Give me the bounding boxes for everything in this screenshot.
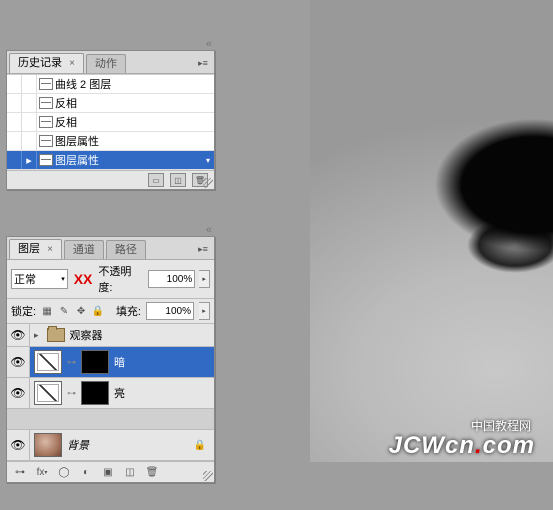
- blend-mode-select[interactable]: 正常 ▾: [11, 269, 68, 289]
- panel-collapse-icon[interactable]: «: [206, 224, 212, 236]
- mask-thumbnail[interactable]: [81, 381, 109, 405]
- new-group-icon[interactable]: ▣: [101, 465, 115, 479]
- link-layers-icon[interactable]: ⊶: [13, 465, 27, 479]
- tab-paths-label: 路径: [115, 244, 137, 256]
- layer-name[interactable]: 背景: [67, 437, 89, 453]
- opacity-slider-toggle[interactable]: ▸: [199, 270, 210, 288]
- history-footer: ▭ ◫ 🗑: [7, 170, 214, 189]
- layer-name[interactable]: 暗: [114, 354, 125, 370]
- history-item-label: 反相: [55, 114, 77, 130]
- xx-marker: XX: [72, 271, 95, 287]
- history-step-icon: [39, 116, 53, 128]
- layer-row[interactable]: 👁 背景 🔒: [7, 430, 214, 461]
- lock-all-icon[interactable]: 🔒: [92, 305, 104, 317]
- tab-channels-label: 通道: [73, 244, 95, 256]
- layer-name[interactable]: 观察器: [70, 327, 103, 343]
- fill-field[interactable]: 100%: [146, 302, 194, 320]
- tab-paths[interactable]: 路径: [106, 240, 146, 259]
- resize-grip[interactable]: [203, 471, 213, 481]
- watermark-dot: .: [475, 432, 483, 459]
- tab-actions[interactable]: 动作: [86, 54, 126, 73]
- layers-options-row: 正常 ▾ XX 不透明度: 100% ▸: [7, 260, 214, 299]
- history-step-icon: [39, 97, 53, 109]
- history-panel-menu-icon[interactable]: ▸≡: [194, 58, 212, 69]
- layer-row[interactable]: 👁 ⊶ 暗: [7, 347, 214, 378]
- history-item-label: 反相: [55, 95, 77, 111]
- history-step-icon: [39, 154, 53, 166]
- tab-layers-label: 图层: [18, 243, 40, 255]
- watermark: JCWcn.com: [389, 432, 535, 460]
- layer-group-row[interactable]: 👁 ▸ 观察器: [7, 324, 214, 347]
- new-snapshot-icon[interactable]: ◫: [170, 173, 186, 187]
- tab-history-label: 历史记录: [18, 57, 62, 69]
- tab-history-close-icon[interactable]: ×: [69, 58, 75, 69]
- visibility-toggle[interactable]: 👁: [7, 378, 30, 408]
- history-item-label: 图层属性: [55, 133, 99, 149]
- history-step-icon: [39, 135, 53, 147]
- new-layer-icon[interactable]: ◫: [123, 465, 137, 479]
- layer-row[interactable]: 👁 ⊶ 亮: [7, 378, 214, 409]
- tab-layers[interactable]: 图层 ×: [9, 239, 62, 259]
- lock-icon: 🔒: [194, 440, 210, 451]
- adjustment-thumbnail[interactable]: [34, 350, 62, 374]
- tab-history[interactable]: 历史记录 ×: [9, 53, 84, 73]
- history-list: 曲线 2 图层 反相 反相 图层属性 ▸ 图层属性 ▾: [7, 74, 214, 170]
- history-item[interactable]: 反相: [7, 94, 214, 113]
- fill-label: 填充:: [116, 303, 141, 319]
- layer-thumbnail[interactable]: [34, 433, 62, 457]
- watermark-text-2: com: [483, 432, 535, 459]
- folder-icon: [47, 328, 65, 342]
- blend-mode-value: 正常: [14, 271, 36, 287]
- scroll-indicator-icon[interactable]: ▾: [206, 156, 214, 165]
- adjustment-layer-icon[interactable]: ◐: [79, 465, 93, 479]
- history-step-icon: [39, 78, 53, 90]
- disclosure-triangle-icon[interactable]: ▸: [34, 330, 39, 341]
- layer-style-icon[interactable]: fx▾: [35, 465, 49, 479]
- mask-thumbnail[interactable]: [81, 350, 109, 374]
- delete-layer-icon[interactable]: 🗑: [145, 465, 159, 479]
- history-item[interactable]: 曲线 2 图层: [7, 75, 214, 94]
- history-brush-icon[interactable]: ▸: [22, 151, 37, 169]
- lock-transparency-icon[interactable]: ▦: [41, 305, 53, 317]
- lock-pixels-icon[interactable]: ✎: [58, 305, 70, 317]
- panel-collapse-icon[interactable]: «: [206, 38, 212, 50]
- layers-footer: ⊶ fx▾ ◯ ◐ ▣ ◫ 🗑: [7, 461, 214, 482]
- layer-name[interactable]: 亮: [114, 385, 125, 401]
- history-item[interactable]: ▸ 图层属性 ▾: [7, 151, 214, 170]
- history-item-label: 曲线 2 图层: [55, 76, 111, 92]
- history-item-label: 图层属性: [55, 152, 99, 168]
- visibility-toggle[interactable]: 👁: [7, 430, 30, 460]
- resize-grip[interactable]: [203, 178, 213, 188]
- visibility-toggle[interactable]: 👁: [7, 347, 30, 377]
- opacity-label: 不透明度:: [98, 263, 144, 295]
- adjustment-thumbnail[interactable]: [34, 381, 62, 405]
- add-mask-icon[interactable]: ◯: [57, 465, 71, 479]
- lock-row: 锁定: ▦ ✎ ✥ 🔒 填充: 100% ▸: [7, 299, 214, 324]
- canvas-image[interactable]: [310, 0, 553, 462]
- layers-list: 👁 ▸ 观察器 👁 ⊶ 暗 👁 ⊶ 亮: [7, 324, 214, 461]
- layer-list-gap: [7, 409, 214, 430]
- layers-panel-menu-icon[interactable]: ▸≡: [194, 244, 212, 255]
- link-mask-icon[interactable]: ⊶: [67, 388, 76, 399]
- history-item[interactable]: 反相: [7, 113, 214, 132]
- layers-panel-tabs: 图层 × 通道 路径 ▸≡: [7, 237, 214, 260]
- visibility-toggle[interactable]: 👁: [7, 324, 30, 346]
- history-item[interactable]: 图层属性: [7, 132, 214, 151]
- history-panel-tabs: 历史记录 × 动作 ▸≡: [7, 51, 214, 74]
- layers-panel: « 图层 × 通道 路径 ▸≡ 正常 ▾ XX 不透明度: 100% ▸ 锁定:…: [6, 236, 215, 483]
- new-document-from-state-icon[interactable]: ▭: [148, 173, 164, 187]
- opacity-field[interactable]: 100%: [148, 270, 195, 288]
- link-mask-icon[interactable]: ⊶: [67, 357, 76, 368]
- watermark-text-1: JCWcn: [389, 432, 475, 459]
- lock-position-icon[interactable]: ✥: [75, 305, 87, 317]
- tab-actions-label: 动作: [95, 58, 117, 70]
- history-panel: « 历史记录 × 动作 ▸≡ 曲线 2 图层 反相 反相 图层属性: [6, 50, 215, 190]
- tab-layers-close-icon[interactable]: ×: [47, 244, 53, 255]
- chevron-down-icon: ▾: [61, 275, 65, 283]
- tab-channels[interactable]: 通道: [64, 240, 104, 259]
- fill-slider-toggle[interactable]: ▸: [199, 302, 210, 320]
- lock-label: 锁定:: [11, 303, 36, 319]
